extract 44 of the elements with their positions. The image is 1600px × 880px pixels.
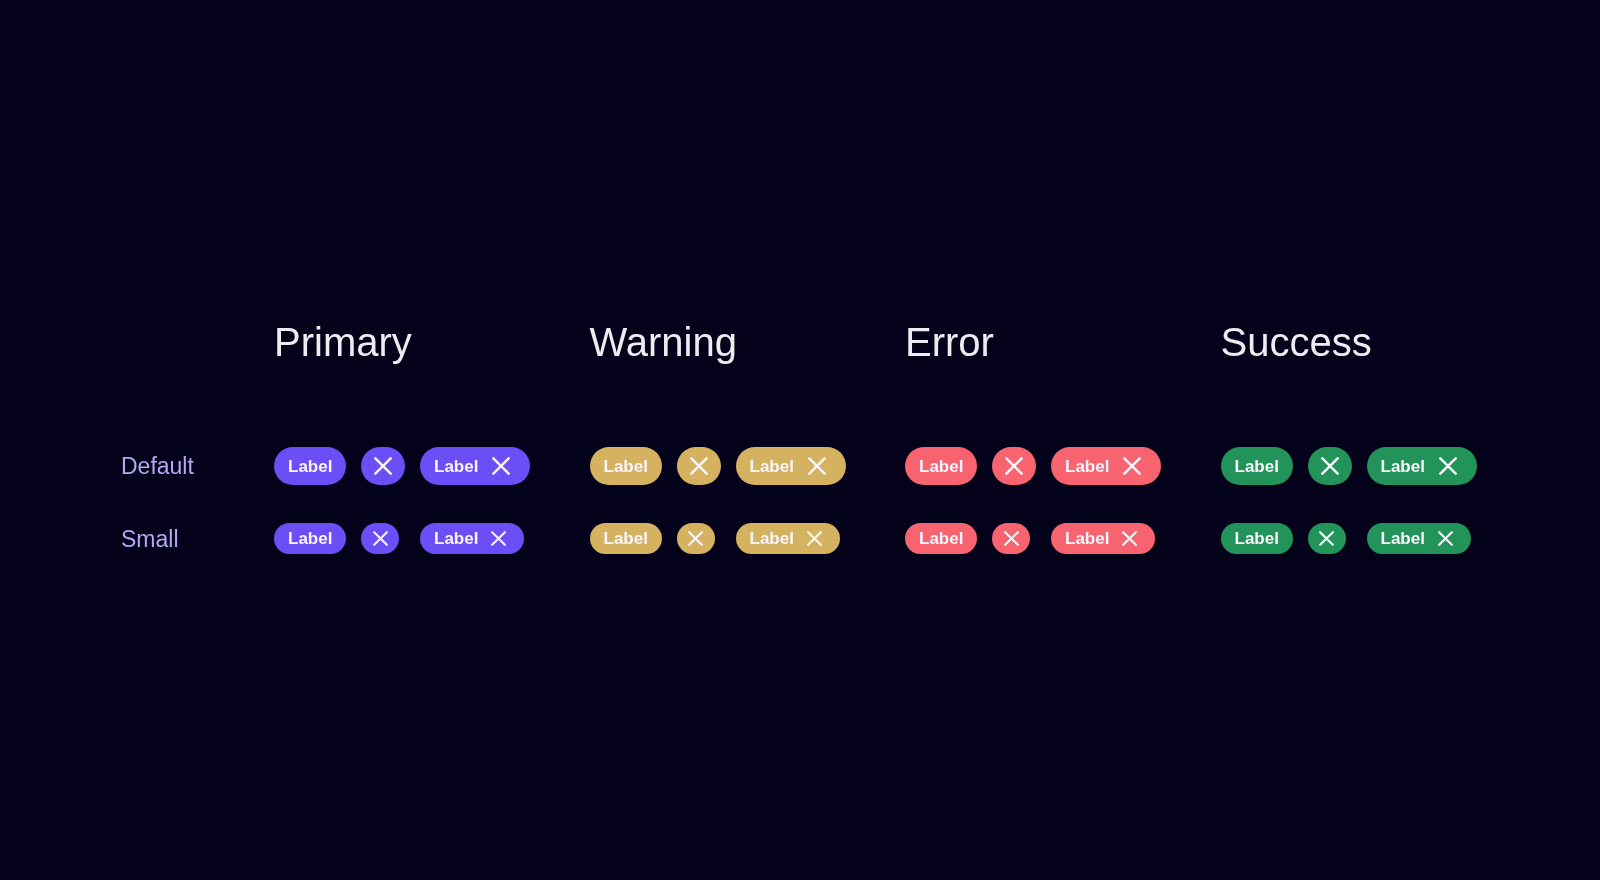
close-icon — [374, 457, 392, 475]
close-button[interactable] — [361, 447, 405, 485]
close-icon[interactable] — [1438, 457, 1457, 475]
column-heading: Warning — [589, 319, 737, 365]
tag-label: Label — [749, 530, 794, 547]
tag: Label — [589, 523, 662, 554]
tag-label: Label — [1380, 457, 1425, 475]
tag: Label — [1220, 523, 1293, 554]
tag: Label — [905, 523, 978, 554]
tag-label: Label — [434, 457, 479, 475]
close-icon — [1320, 457, 1339, 475]
tag-label: Label — [1380, 530, 1425, 547]
close-icon — [1003, 531, 1019, 546]
close-button[interactable] — [992, 447, 1036, 485]
tag-label: Label — [749, 457, 794, 475]
close-icon — [1319, 531, 1334, 546]
tag: Label — [274, 523, 347, 554]
close-button[interactable] — [992, 523, 1030, 554]
close-icon[interactable] — [1122, 531, 1138, 546]
close-button[interactable] — [1307, 447, 1352, 485]
close-icon[interactable] — [1123, 457, 1142, 475]
close-icon — [372, 531, 388, 546]
tag-label: Label — [1065, 530, 1110, 547]
column-heading: Primary — [274, 319, 412, 365]
close-button[interactable] — [1307, 523, 1346, 554]
close-button[interactable] — [676, 523, 715, 554]
tag: Label — [274, 447, 347, 485]
tag: Label — [1220, 447, 1293, 485]
tag: Label — [589, 447, 662, 485]
close-icon[interactable] — [1437, 531, 1453, 546]
close-icon[interactable] — [491, 531, 507, 546]
column-heading: Success — [1220, 319, 1372, 365]
close-icon — [688, 531, 703, 546]
close-icon — [689, 457, 708, 475]
close-button[interactable] — [676, 447, 721, 485]
tag: Label — [905, 447, 978, 485]
row-label: Default — [121, 452, 194, 480]
column-heading: Error — [905, 319, 994, 365]
close-icon — [1005, 457, 1023, 475]
tag-label: Label — [1065, 457, 1110, 475]
tag-label: Label — [434, 530, 479, 547]
row-label: Small — [121, 524, 179, 553]
close-button[interactable] — [361, 523, 399, 554]
close-icon[interactable] — [492, 457, 511, 475]
